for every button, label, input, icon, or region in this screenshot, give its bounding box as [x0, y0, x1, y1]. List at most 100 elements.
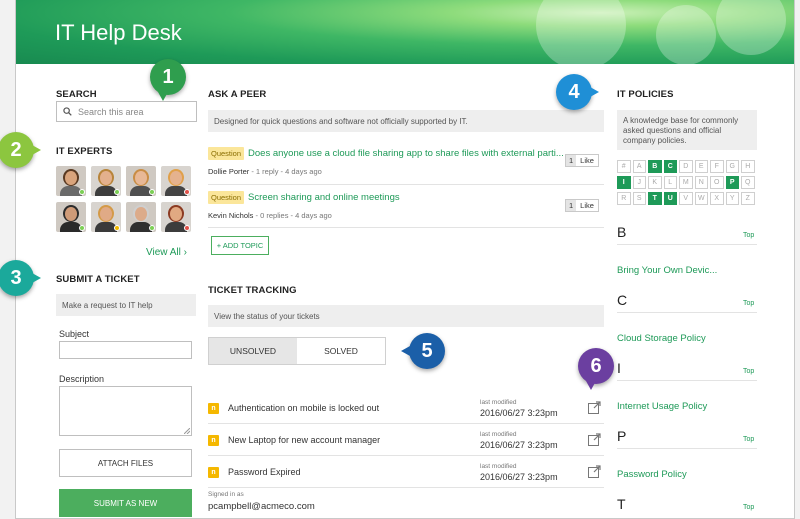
banner-bokeh — [536, 0, 626, 70]
subject-field[interactable] — [59, 341, 192, 359]
experts-grid — [56, 166, 196, 232]
divider — [617, 380, 757, 381]
ticket-new-icon: n — [208, 402, 219, 414]
top-link[interactable]: Top — [743, 368, 754, 375]
divider — [208, 184, 604, 185]
open-external-icon[interactable] — [588, 432, 601, 446]
expert-avatar[interactable] — [91, 166, 121, 196]
letter-p[interactable]: P — [725, 176, 739, 189]
question-title-link[interactable]: Does anyone use a cloud file sharing app… — [248, 148, 564, 159]
experts-heading: IT EXPERTS — [56, 146, 113, 157]
like-label: Like — [576, 200, 598, 211]
submit-as-new-button[interactable]: SUBMIT AS NEW — [59, 489, 192, 517]
letter-u[interactable]: U — [663, 192, 677, 205]
letter-i[interactable]: I — [617, 176, 631, 189]
expert-avatar[interactable] — [161, 202, 191, 232]
question-badge: Question — [208, 191, 245, 204]
policy-link[interactable]: Internet Usage Policy — [617, 401, 707, 412]
tab-unsolved[interactable]: UNSOLVED — [209, 338, 297, 364]
ticket-row[interactable]: n Password Expired last modified 2016/06/… — [208, 457, 604, 487]
submit-ticket-hint: Make a request to IT help — [56, 294, 196, 316]
modified-label: last modified — [480, 430, 517, 438]
ticket-modified: last modified 2016/06/27 3:23pm — [480, 463, 588, 482]
letter-t[interactable]: T — [648, 192, 662, 205]
description-label: Description — [59, 374, 105, 384]
top-link[interactable]: Top — [743, 300, 754, 307]
callout-number: 3 — [10, 266, 22, 289]
letter-m: M — [679, 176, 693, 189]
question-author[interactable]: Kevin Nichols — [208, 211, 253, 220]
callout-number: 2 — [10, 138, 22, 161]
question-meta: Kevin Nichols - 0 replies - 4 days ago — [208, 211, 604, 220]
view-all-link[interactable]: View All › — [146, 247, 187, 258]
search-placeholder: Search this area — [78, 106, 144, 117]
ticket-title[interactable]: New Laptop for new account manager — [228, 435, 480, 445]
policy-link[interactable]: Cloud Storage Policy — [617, 333, 706, 344]
expert-avatar[interactable] — [56, 166, 86, 196]
letter-index: # A B C D E F G H I J K L M N O P Q R S T U V W X Y Z — [617, 160, 757, 205]
question-author[interactable]: Dollie Porter — [208, 167, 249, 176]
signed-in-email: pcampbell@acmeco.com — [208, 501, 315, 512]
top-link[interactable]: Top — [743, 504, 754, 511]
letter-f: F — [710, 160, 724, 173]
ticket-row[interactable]: n Authentication on mobile is locked out… — [208, 393, 604, 423]
letter-c[interactable]: C — [663, 160, 677, 173]
expert-avatar[interactable] — [126, 202, 156, 232]
ticket-row[interactable]: n New Laptop for new account manager las… — [208, 425, 604, 455]
letter-v: V — [679, 192, 693, 205]
policies-heading: IT POLICIES — [617, 89, 674, 100]
status-dot-icon — [114, 225, 120, 231]
status-dot-icon — [184, 189, 190, 195]
banner-bokeh — [656, 5, 716, 65]
top-link[interactable]: Top — [743, 232, 754, 239]
like-button[interactable]: 1 Like — [565, 154, 599, 167]
question-item[interactable]: Question Does anyone use a cloud file sh… — [208, 147, 604, 160]
ticket-title[interactable]: Password Expired — [228, 467, 480, 477]
open-external-icon[interactable] — [588, 464, 601, 478]
expert-avatar[interactable] — [56, 202, 86, 232]
expert-avatar[interactable] — [161, 166, 191, 196]
header-banner: IT Help Desk — [16, 0, 794, 70]
submit-ticket-heading: SUBMIT A TICKET — [56, 274, 140, 285]
letter-hash: # — [617, 160, 631, 173]
policy-link[interactable]: Password Policy — [617, 469, 687, 480]
expert-avatar[interactable] — [91, 202, 121, 232]
callout-number: 5 — [421, 339, 433, 362]
letter-h: H — [741, 160, 755, 173]
question-meta-text: - 1 reply - 4 days ago — [249, 167, 322, 176]
question-badge: Question — [208, 147, 245, 160]
modified-label: last modified — [480, 462, 517, 470]
like-button[interactable]: 1 Like — [565, 199, 599, 212]
ask-peer-hint: Designed for quick questions and softwar… — [208, 110, 604, 132]
expert-avatar[interactable] — [126, 166, 156, 196]
top-link[interactable]: Top — [743, 436, 754, 443]
question-item[interactable]: Question Screen sharing and online meeti… — [208, 191, 604, 204]
callout-pointer — [590, 87, 599, 97]
tab-solved[interactable]: SOLVED — [297, 338, 385, 364]
callout-6: 6 — [578, 348, 614, 384]
like-label: Like — [576, 155, 598, 166]
question-title-link[interactable]: Screen sharing and online meetings — [248, 192, 400, 203]
open-external-icon[interactable] — [588, 400, 601, 414]
add-topic-button[interactable]: + ADD TOPIC — [211, 236, 269, 255]
attach-files-button[interactable]: ATTACH FILES — [59, 449, 192, 477]
banner-bokeh — [716, 0, 786, 55]
policy-letter: C — [617, 292, 628, 308]
policy-letter: I — [617, 360, 621, 376]
ask-peer-heading: ASK A PEER — [208, 89, 267, 100]
status-dot-icon — [79, 225, 85, 231]
letter-j: J — [632, 176, 646, 189]
letter-s: S — [632, 192, 646, 205]
description-field[interactable] — [59, 386, 192, 436]
resize-handle-icon[interactable] — [184, 428, 190, 434]
ticket-title[interactable]: Authentication on mobile is locked out — [228, 403, 480, 413]
status-dot-icon — [149, 189, 155, 195]
status-dot-icon — [184, 225, 190, 231]
callout-number: 4 — [568, 80, 580, 103]
search-input[interactable]: Search this area — [56, 101, 197, 122]
page-title: IT Help Desk — [55, 20, 182, 45]
policy-link[interactable]: Bring Your Own Devic... — [617, 265, 717, 276]
policies-hint: A knowledge base for commonly asked ques… — [617, 110, 757, 150]
question-meta: Dollie Porter - 1 reply - 4 days ago — [208, 167, 604, 176]
letter-b[interactable]: B — [648, 160, 662, 173]
